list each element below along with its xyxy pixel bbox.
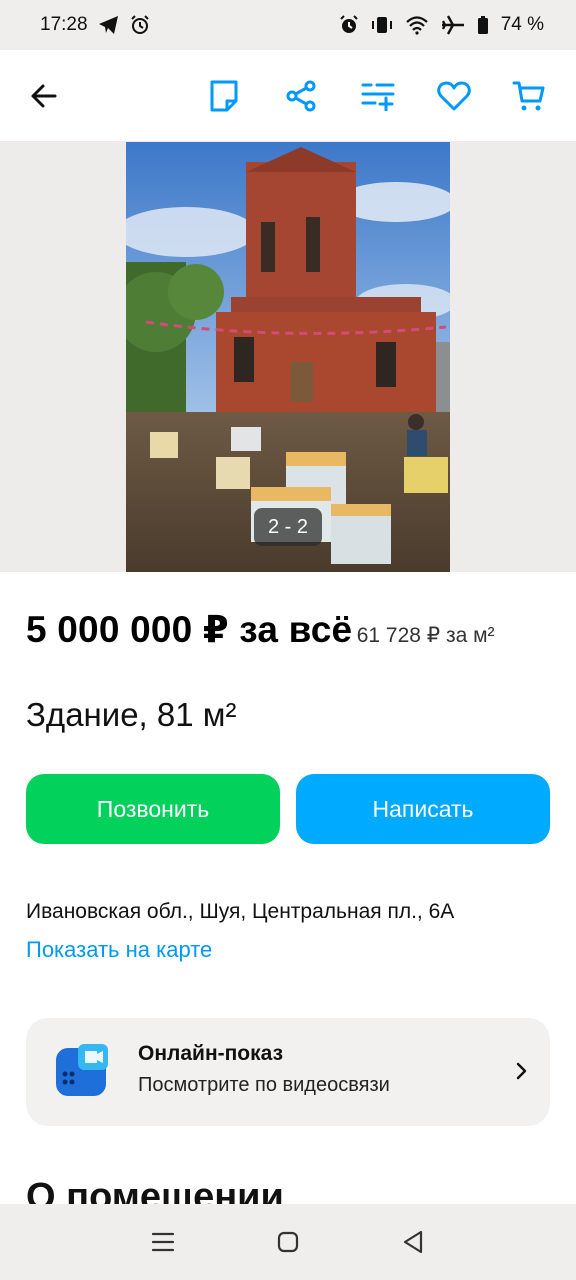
- status-bar: 17:28 74 %: [0, 0, 576, 50]
- status-time: 17:28: [40, 14, 88, 35]
- system-nav-bar: [0, 1204, 576, 1280]
- chevron-right-icon: [510, 1060, 532, 1082]
- photo-counter: 2 - 2: [254, 508, 322, 546]
- call-button[interactable]: Позвонить: [26, 774, 280, 844]
- price-block: 5 000 000 ₽ за всё 61 728 ₽ за м²: [26, 606, 556, 654]
- favorite-heart-icon[interactable]: [430, 72, 478, 120]
- back-icon[interactable]: [393, 1222, 433, 1262]
- back-arrow-icon[interactable]: [20, 72, 68, 120]
- address-text: Ивановская обл., Шуя, Центральная пл., 6…: [26, 900, 455, 923]
- online-tour-title: Онлайн-показ: [138, 1042, 284, 1065]
- share-icon[interactable]: [277, 72, 325, 120]
- menu-icon[interactable]: [143, 1222, 183, 1262]
- online-tour-card[interactable]: Онлайн-показ Посмотрите по видеосвязи: [26, 1018, 550, 1126]
- compare-list-icon[interactable]: [354, 72, 402, 120]
- home-icon[interactable]: [268, 1222, 308, 1262]
- alarm-icon: [130, 15, 150, 35]
- note-icon[interactable]: [200, 72, 248, 120]
- vibrate-icon: [371, 15, 393, 35]
- online-tour-subtitle: Посмотрите по видеосвязи: [138, 1074, 390, 1096]
- battery-percent: 74 %: [500, 14, 544, 35]
- wifi-icon: [405, 15, 429, 35]
- price-total: 5 000 000 ₽ за всё: [26, 609, 353, 650]
- photo-gallery[interactable]: 2 - 2: [0, 142, 576, 572]
- alarm-icon: [339, 15, 359, 35]
- top-app-bar: [0, 50, 576, 142]
- telegram-icon: [98, 15, 120, 35]
- listing-title: Здание, 81 м²: [26, 696, 237, 733]
- cart-icon[interactable]: [505, 72, 553, 120]
- battery-icon: [477, 15, 489, 35]
- price-per-sqm: 61 728 ₽ за м²: [356, 624, 495, 647]
- write-button[interactable]: Написать: [296, 774, 550, 844]
- video-call-icon: [56, 1044, 110, 1098]
- show-on-map-link[interactable]: Показать на карте: [26, 937, 212, 963]
- airplane-icon: [441, 15, 465, 35]
